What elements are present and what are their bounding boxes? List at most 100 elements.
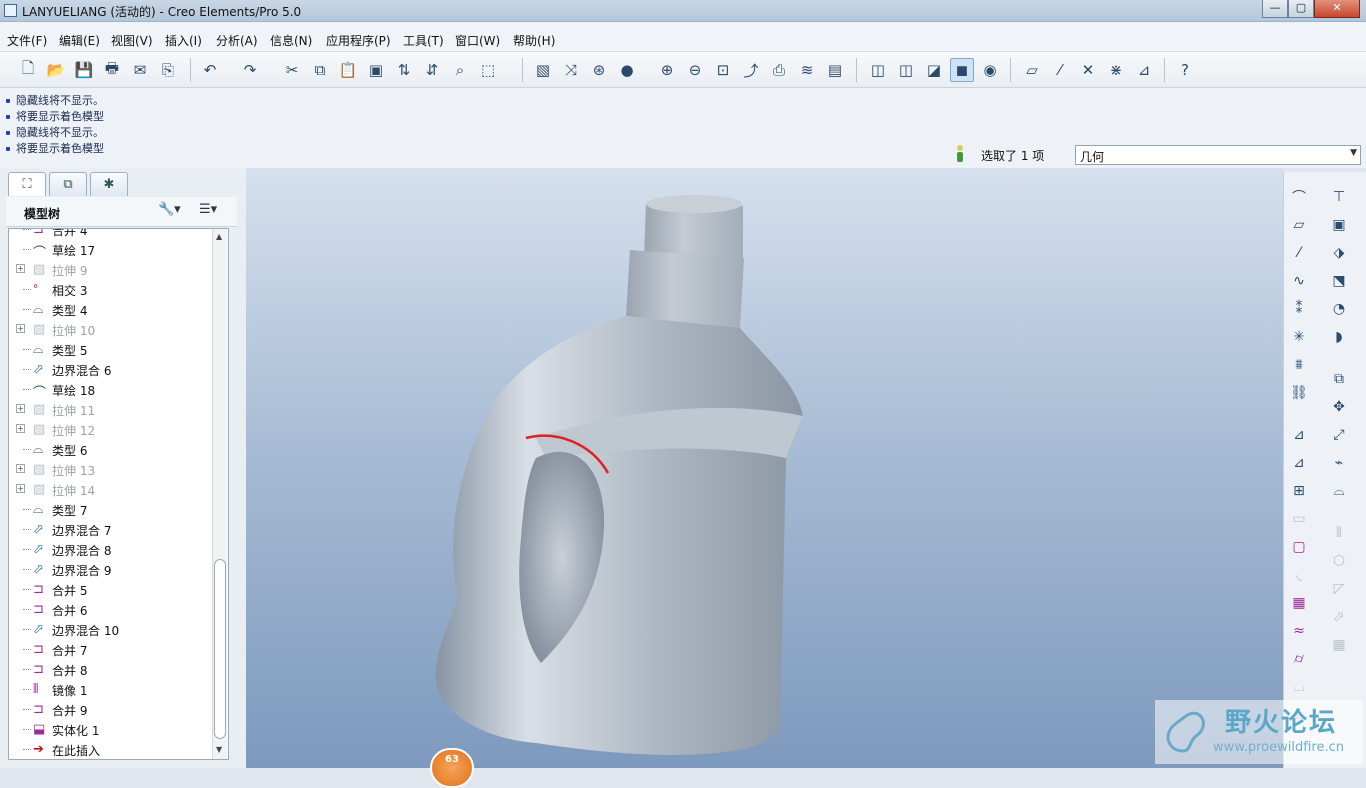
tree-item[interactable]: ⬀ 边界混合 8 xyxy=(9,539,214,559)
expand-icon[interactable]: + xyxy=(16,424,25,433)
tree-item[interactable]: ⬀ 边界混合 10 xyxy=(9,619,214,639)
context-help-icon[interactable]: ? xyxy=(1173,58,1197,82)
tree-item[interactable]: ⌒ 草绘 18 xyxy=(9,379,214,401)
point-tool-icon[interactable]: ⁑ xyxy=(1288,298,1310,320)
model-tree-scrollbar[interactable]: ▲ ▼ xyxy=(212,229,227,759)
tree-item[interactable]: ⌓ 类型 5 xyxy=(9,339,214,359)
tree-item[interactable]: ⌓ 类型 4 xyxy=(9,299,214,319)
cut-icon[interactable]: ✂ xyxy=(280,58,304,82)
fill-tool-icon[interactable]: ▢ xyxy=(1288,536,1310,558)
tab-folder-browser[interactable]: ⧉ xyxy=(49,172,87,196)
menu-view[interactable]: 视图(V) xyxy=(111,32,153,49)
tree-item[interactable]: ⫴ 镜像 1 xyxy=(9,679,214,699)
new-file-icon[interactable]: 🗋 xyxy=(16,58,40,82)
find-icon[interactable]: ⌕ xyxy=(448,58,472,82)
thicken-tool-icon[interactable]: ⬀ xyxy=(1328,606,1350,628)
tree-settings-icon[interactable]: 🔧▾ xyxy=(158,202,181,217)
tree-item[interactable]: + ▧ 拉伸 12 xyxy=(9,419,214,439)
selection-filter-select[interactable]: 几何 ▼ xyxy=(1075,145,1361,165)
tree-item[interactable]: ⬀ 边界混合 9 xyxy=(9,559,214,579)
rect-tool-icon[interactable]: ▭ xyxy=(1288,508,1310,530)
blend-tool-icon[interactable]: ◗ xyxy=(1328,326,1350,348)
annotation-display-icon[interactable]: ⊿ xyxy=(1132,58,1156,82)
trim-tool-icon[interactable]: ⌁ xyxy=(1328,452,1350,474)
send-link-icon[interactable]: ⎘ xyxy=(156,58,180,82)
cylinder-tool-icon[interactable]: ⌭ xyxy=(1288,648,1310,670)
move-tool-icon[interactable]: ✥ xyxy=(1328,396,1350,418)
view-manager-icon[interactable]: ▤ xyxy=(823,58,847,82)
curve-spline-icon[interactable]: ∿ xyxy=(1288,270,1310,292)
tab-favorites[interactable]: ✱ xyxy=(90,172,128,196)
menu-applications[interactable]: 应用程序(P) xyxy=(326,32,391,49)
datum-axes-icon[interactable]: ⁄ xyxy=(1048,58,1072,82)
expand-icon[interactable]: + xyxy=(16,404,25,413)
tree-item[interactable]: ⊐ 合并 5 xyxy=(9,579,214,599)
enhanced-realism-icon[interactable]: ◉ xyxy=(978,58,1002,82)
tab-model-tree[interactable]: ⛶ xyxy=(8,172,46,196)
layers-icon[interactable]: ≋ xyxy=(795,58,819,82)
datum-points-icon[interactable]: ✕ xyxy=(1076,58,1100,82)
mirror-tool-icon[interactable]: ⫴ xyxy=(1328,522,1350,544)
saved-views-icon[interactable]: ⎙ xyxy=(767,58,791,82)
tree-item[interactable]: + ▧ 拉伸 10 xyxy=(9,319,214,339)
round-tool-icon[interactable]: ◟ xyxy=(1288,564,1310,586)
wireframe-icon[interactable]: ◫ xyxy=(866,58,890,82)
selection-box-icon[interactable]: ⬚ xyxy=(476,58,500,82)
tree-item[interactable]: + ▧ 拉伸 14 xyxy=(9,479,214,499)
save-icon[interactable]: 💾 xyxy=(72,58,96,82)
scroll-down-icon[interactable]: ▼ xyxy=(216,745,222,754)
regenerate-icon[interactable]: ⇅ xyxy=(392,58,416,82)
expand-icon[interactable]: + xyxy=(16,324,25,333)
tree-item[interactable]: ⬓ 实体化 1 xyxy=(9,719,214,739)
repaint-icon[interactable]: ▧ xyxy=(531,58,555,82)
annotation-tool-icon[interactable]: ⊿ xyxy=(1288,424,1310,446)
tree-item[interactable]: ⊐ 合并 7 xyxy=(9,639,214,659)
annotation-edit-icon[interactable]: ⊿ xyxy=(1288,452,1310,474)
csys-tool-icon[interactable]: ✳ xyxy=(1288,326,1310,348)
analysis-tool-icon[interactable]: ⩩ xyxy=(1288,354,1310,376)
menu-analysis[interactable]: 分析(A) xyxy=(216,32,258,49)
expand-icon[interactable]: + xyxy=(16,464,25,473)
solidify-tool-icon[interactable]: ◸ xyxy=(1328,578,1350,600)
paste-icon[interactable]: 📋 xyxy=(336,58,360,82)
tree-item[interactable]: ⊐ 合并 9 xyxy=(9,699,214,719)
revolve-tool-icon[interactable]: ◔ xyxy=(1328,298,1350,320)
boundary-blend-tool-icon[interactable]: ⌓ xyxy=(1328,480,1350,502)
datum-planes-icon[interactable]: ▱ xyxy=(1020,58,1044,82)
tree-item[interactable]: ⊐ 合并 8 xyxy=(9,659,214,679)
bottle-model[interactable] xyxy=(246,168,1283,768)
tree-item[interactable]: ⌓ 类型 6 xyxy=(9,439,214,459)
tree-item[interactable]: ⬀ 边界混合 7 xyxy=(9,519,214,539)
plane-tool-icon[interactable]: ▱ xyxy=(1288,214,1310,236)
orient-mode-icon[interactable]: ⊛ xyxy=(587,58,611,82)
hidden-line-icon[interactable]: ◫ xyxy=(894,58,918,82)
surface-tool-icon[interactable]: ▣ xyxy=(1328,214,1350,236)
regen-manager-icon[interactable]: ⇵ xyxy=(420,58,444,82)
send-mail-icon[interactable]: ✉ xyxy=(128,58,152,82)
menu-window[interactable]: 窗口(W) xyxy=(455,32,500,49)
layer-tool-icon[interactable]: ⊞ xyxy=(1288,480,1310,502)
sweep-tool-icon[interactable]: ⬔ xyxy=(1328,270,1350,292)
open-file-icon[interactable]: 📂 xyxy=(44,58,68,82)
tree-item[interactable]: ⬀ 边界混合 6 xyxy=(9,359,214,379)
zoom-in-icon[interactable]: ⊕ xyxy=(655,58,679,82)
scroll-thumb[interactable] xyxy=(214,559,226,739)
reorient-icon[interactable]: ⤴ xyxy=(739,58,763,82)
spin-center-icon[interactable]: ⤨ xyxy=(559,58,583,82)
sketch-tool-icon[interactable]: ⌒ xyxy=(1288,186,1310,208)
tree-item[interactable]: ⊐ 合并 4 xyxy=(9,229,214,239)
menu-insert[interactable]: 插入(I) xyxy=(165,32,202,49)
shell-tool-icon[interactable]: ⌴ xyxy=(1288,676,1310,698)
zoom-out-icon[interactable]: ⊖ xyxy=(683,58,707,82)
tree-item[interactable]: ⌒ 草绘 17 xyxy=(9,239,214,261)
menu-file[interactable]: 文件(F) xyxy=(7,32,47,49)
coordinate-systems-icon[interactable]: ⋇ xyxy=(1104,58,1128,82)
merge-tool-icon[interactable]: ⬡ xyxy=(1328,550,1350,572)
menu-info[interactable]: 信息(N) xyxy=(270,32,312,49)
expand-icon[interactable]: + xyxy=(16,484,25,493)
copy-icon[interactable]: ⧉ xyxy=(308,58,332,82)
expand-icon[interactable]: + xyxy=(16,264,25,273)
wave-tool-icon[interactable]: ≈ xyxy=(1288,620,1310,642)
menu-edit[interactable]: 编辑(E) xyxy=(59,32,100,49)
notification-badge[interactable]: 63 xyxy=(430,748,474,788)
